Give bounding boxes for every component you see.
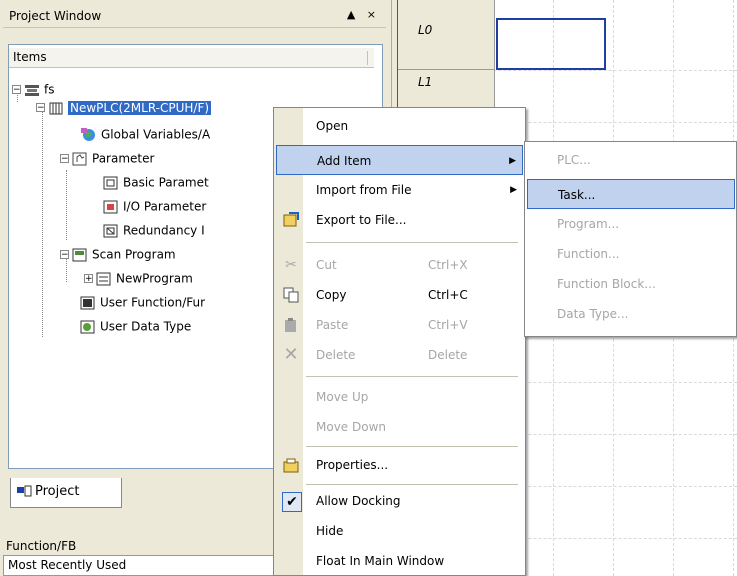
- menu-item-move-up[interactable]: Move Up: [276, 382, 523, 412]
- menu-item-export-to-file[interactable]: Export to File...: [276, 205, 523, 235]
- copy-icon: [283, 287, 299, 303]
- io-parameter-icon: [103, 200, 119, 214]
- collapse-icon[interactable]: −: [36, 103, 45, 113]
- redundancy-icon: [103, 224, 119, 238]
- tree-line: [66, 170, 67, 240]
- scissors-icon: ✂: [285, 257, 297, 273]
- submenu-arrow-icon: ▶: [509, 156, 516, 166]
- tree-node-redundancy[interactable]: Redundancy I: [103, 221, 205, 239]
- menu-separator: [306, 242, 518, 243]
- menu-separator: [306, 446, 518, 447]
- user-data-type-icon: [80, 320, 96, 334]
- checkmark-icon: ✔: [282, 492, 302, 512]
- ladder-cursor-cell[interactable]: [496, 18, 606, 70]
- globe-icon: [81, 127, 97, 142]
- tree-line: [42, 112, 43, 337]
- menu-item-hide[interactable]: Hide: [276, 516, 523, 546]
- tree-node-root[interactable]: − fs: [12, 80, 54, 98]
- menu-separator: [306, 484, 518, 485]
- submenu-arrow-icon: ▶: [510, 185, 517, 195]
- tree-node-plc[interactable]: − NewPLC(2MLR-CPUH/F): [36, 98, 212, 116]
- submenu-item-plc[interactable]: PLC...: [527, 145, 735, 175]
- menu-item-open[interactable]: Open: [276, 111, 523, 141]
- row-header[interactable]: L0: [398, 18, 495, 70]
- function-fb-title: Function/FB: [6, 539, 77, 553]
- menu-item-move-down[interactable]: Move Down: [276, 412, 523, 442]
- tree-node-new-program[interactable]: + NewProgram: [84, 269, 193, 287]
- add-item-submenu: PLC... Task... Program... Function... Fu…: [524, 141, 737, 337]
- items-column-header[interactable]: Items: [9, 48, 374, 68]
- column-divider[interactable]: [367, 51, 368, 65]
- submenu-item-function[interactable]: Function...: [527, 239, 735, 269]
- tree-node-basic-parameter[interactable]: Basic Paramet: [103, 173, 209, 191]
- submenu-item-task[interactable]: Task...: [527, 179, 735, 209]
- tree-node-parameter[interactable]: − Parameter: [60, 149, 154, 167]
- tab-project[interactable]: Project: [10, 478, 122, 508]
- tree-node-scan-program[interactable]: − Scan Program: [60, 245, 176, 263]
- menu-item-properties[interactable]: Properties...: [276, 450, 523, 480]
- project-window-title: Project Window: [9, 9, 102, 23]
- parameter-icon: [72, 152, 88, 166]
- menu-item-cut[interactable]: ✂ Cut Ctrl+X: [276, 250, 523, 280]
- items-header-label: Items: [13, 50, 47, 64]
- menu-item-import-from-file[interactable]: Import from File ▶: [276, 175, 523, 205]
- menu-item-float-in-main-window[interactable]: Float In Main Window: [276, 546, 523, 576]
- delete-icon: ✕: [283, 344, 299, 365]
- collapse-icon[interactable]: −: [60, 250, 69, 260]
- tree-node-user-data-type[interactable]: User Data Type: [80, 317, 191, 335]
- export-icon: [283, 212, 299, 228]
- tab-project-label: Project: [35, 484, 80, 499]
- collapse-icon[interactable]: −: [60, 154, 69, 164]
- function-fb-value: Most Recently Used: [8, 558, 127, 572]
- paste-icon: [283, 317, 299, 333]
- menu-separator: [306, 376, 518, 377]
- project-window-titlebar: Project Window ▲ ×: [3, 6, 386, 28]
- submenu-item-program[interactable]: Program...: [527, 209, 735, 239]
- scan-program-icon: [72, 248, 88, 262]
- context-menu: Open Add Item ▶ Import from File ▶ Expor…: [273, 107, 526, 576]
- user-function-icon: [80, 296, 96, 310]
- plc-icon: [48, 101, 64, 115]
- submenu-item-data-type[interactable]: Data Type...: [527, 299, 735, 329]
- menu-item-copy[interactable]: Copy Ctrl+C: [276, 280, 523, 310]
- basic-parameter-icon: [103, 176, 119, 190]
- menu-item-paste[interactable]: Paste Ctrl+V: [276, 310, 523, 340]
- menu-item-add-item[interactable]: Add Item ▶: [276, 145, 523, 175]
- tree-node-user-function[interactable]: User Function/Fur: [80, 293, 205, 311]
- collapse-icon[interactable]: −: [12, 85, 21, 95]
- tree-node-io-parameter[interactable]: I/O Parameter: [103, 197, 206, 215]
- properties-icon: [283, 457, 299, 473]
- tree-node-global-variables[interactable]: Global Variables/A: [81, 125, 210, 143]
- project-tab-icon: [17, 485, 33, 499]
- expand-icon[interactable]: +: [84, 274, 93, 284]
- program-icon: [96, 272, 112, 286]
- submenu-item-function-block[interactable]: Function Block...: [527, 269, 735, 299]
- menu-item-delete[interactable]: ✕ Delete Delete: [276, 340, 523, 370]
- menu-item-allow-docking[interactable]: ✔ Allow Docking: [276, 486, 523, 516]
- project-icon: [24, 83, 40, 97]
- titlebar-buttons[interactable]: ▲ ×: [347, 8, 380, 21]
